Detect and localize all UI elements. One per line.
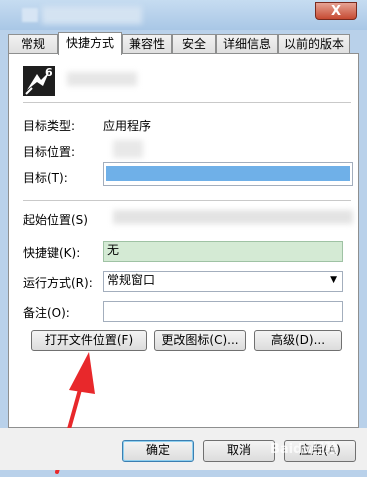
target-input[interactable] [103,162,353,186]
tab-security[interactable]: 安全 [172,34,216,53]
chevron-down-icon: ▼ [330,275,337,285]
target-type-label: 目标类型: [23,119,76,133]
app-icon-blurred [22,8,38,22]
separator [23,200,351,201]
advanced-button[interactable]: 高级(D)... [254,330,342,351]
comment-input[interactable] [103,301,343,322]
run-select-value: 常规窗口 [107,273,156,287]
open-file-location-button[interactable]: 打开文件位置(F) [31,330,147,351]
start-in-label: 起始位置(S) [23,213,88,227]
tab-previous-versions[interactable]: 以前的版本 [278,34,350,53]
window-title-blurred [42,6,142,24]
ok-button[interactable]: 确定 [122,440,194,462]
target-location-label: 目标位置: [23,145,76,159]
watermark-text: Baidu经验 [270,442,338,457]
hotkey-label: 快捷键(K): [23,246,81,260]
title-bar: X [0,0,367,30]
run-label: 运行方式(R): [23,276,93,290]
target-selection-highlight [106,166,350,181]
change-icon-button[interactable]: 更改图标(C)... [154,330,246,351]
tab-bar: 常规 快捷方式 兼容性 安全 详细信息 以前的版本 [8,32,358,55]
tab-compatibility[interactable]: 兼容性 [122,34,172,53]
run-select[interactable]: 常规窗口 ▼ [103,271,343,292]
start-in-blurred [113,210,353,224]
hotkey-input[interactable]: 无 [103,241,343,262]
dialog-button-bar: 确定 取消 应用(A) Baidu经验 [0,428,367,470]
tab-details[interactable]: 详细信息 [216,34,278,53]
app-icon-number: 6 [45,66,53,79]
target-type-value: 应用程序 [103,119,152,133]
target-label: 目标(T): [23,171,68,185]
close-icon: X [330,4,342,19]
tab-shortcut[interactable]: 快捷方式 [58,32,122,55]
shortcut-panel: 6 目标类型: 应用程序 目标位置: 目标(T): 起始位置(S) 快捷键(K)… [8,53,359,474]
shortcut-name-blurred [67,72,137,86]
cancel-button[interactable]: 取消 [203,440,275,462]
close-button[interactable]: X [315,2,357,20]
comment-label: 备注(O): [23,306,70,320]
separator [23,102,351,103]
tab-general[interactable]: 常规 [8,34,58,53]
target-location-blurred [113,140,143,158]
app-icon: 6 [23,66,55,96]
